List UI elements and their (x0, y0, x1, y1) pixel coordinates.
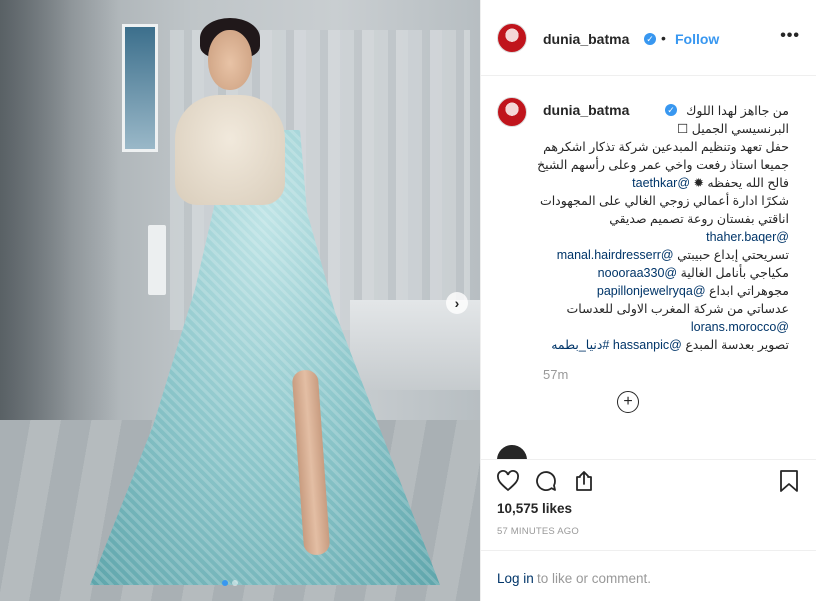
caption-line-text: البرنسيسي الجميل ☐ (677, 122, 789, 136)
header-separator: • (661, 30, 666, 46)
caption-line: شكرًا ادارة أعمالي زوجي الغالي على المجه… (539, 192, 789, 210)
caption-line: @thaher.baqer (543, 228, 789, 246)
photo-bodice (175, 95, 285, 205)
chevron-right-icon[interactable]: › (446, 292, 468, 314)
share-icon[interactable] (571, 468, 597, 494)
mention-link[interactable]: @lorans.morocco (691, 320, 789, 334)
post-header: dunia_batma ✓ • Follow ••• (481, 0, 816, 76)
caption-line: عدساتي من شركة المغرب الاولى للعدسات (543, 300, 789, 318)
mention-link[interactable]: @noooraa330 (598, 266, 677, 280)
mention-link[interactable]: @manal.hairdresserr (557, 248, 674, 262)
caption-line-text: عدساتي من شركة المغرب الاولى للعدسات (566, 302, 789, 316)
heart-icon[interactable] (495, 468, 521, 494)
mention-link[interactable]: @taethkar (632, 176, 690, 190)
caption-line-text: شكرًا ادارة أعمالي زوجي الغالي على المجه… (539, 194, 789, 208)
caption-line: تصوير بعدسة المبدع @hassanpic #دنيا_بطمه (543, 336, 789, 354)
photo-side-table (350, 300, 480, 390)
verified-badge-icon: ✓ (665, 104, 677, 116)
caption-line: فالح الله يحفظه ✹ @taethkar (543, 174, 789, 192)
caption-time: 57m (543, 367, 569, 382)
post-side-panel: dunia_batma ✓ • Follow ••• من جااهز لهدا… (480, 0, 816, 601)
caption-text: من جااهز لهدا اللوك البرنسيسي الجميل ☐ ح… (537, 102, 789, 354)
post-modal: › dunia_batma ✓ • Follow ••• من جااهز له… (0, 0, 816, 601)
post-timestamp: 57 MINUTES AGO (497, 526, 579, 537)
caption-line: تسريحتي إبداع حبيبتي @manal.hairdresserr (543, 246, 789, 264)
caption-line-text: من جااهز لهدا اللوك (686, 104, 789, 118)
comment-avatar[interactable] (497, 445, 527, 459)
header-username[interactable]: dunia_batma (543, 31, 629, 47)
verified-badge-icon: ✓ (644, 33, 656, 45)
caption-avatar[interactable] (497, 97, 527, 127)
photo-wall-frame (122, 24, 158, 152)
hashtag-link[interactable]: #دنيا_بطمه (551, 338, 609, 352)
caption-line-text: تصوير بعدسة المبدع (681, 338, 789, 352)
avatar[interactable] (497, 23, 527, 53)
caption-line-text: تسريحتي إبداع حبيبتي (673, 248, 789, 262)
follow-button[interactable]: Follow (675, 31, 719, 47)
carousel-dot-active (222, 580, 228, 586)
login-prompt: Log in to like or comment. (481, 550, 816, 602)
caption-line: اناقتي بفستان روعة تصميم صديقي (543, 210, 789, 228)
caption-line-text: مجوهراتي ابداع (705, 284, 789, 298)
mention-link[interactable]: @thaher.baqer (706, 230, 789, 244)
comments-area[interactable]: من جااهز لهدا اللوك البرنسيسي الجميل ☐ ح… (481, 77, 816, 459)
photo-face (208, 30, 252, 90)
post-actions: 10,575 likes 57 MINUTES AGO Log in to li… (481, 459, 816, 601)
caption-line-text: حفل تعهد وتنظيم المبدعين شركة تذكار اشكر… (543, 140, 789, 154)
caption-line-text: فالح الله يحفظه ✹ (690, 176, 789, 190)
carousel-dot (232, 580, 238, 586)
caption-line: مكياجي بأنامل الغالية @noooraa330 (543, 264, 789, 282)
carousel-indicator (222, 580, 238, 586)
more-horizontal-icon[interactable]: ••• (780, 27, 800, 45)
caption-line: @lorans.morocco (543, 318, 789, 336)
caption-line-text: اناقتي بفستان روعة تصميم صديقي (609, 212, 789, 226)
post-photo[interactable]: › (0, 0, 480, 601)
mention-link[interactable]: @papillonjewelryqa (597, 284, 706, 298)
caption-line-text: جميعا استاذ رفعت واخي عمر وعلى رأسهم الش… (537, 158, 789, 172)
caption-username[interactable]: dunia_batma (543, 102, 629, 118)
login-link[interactable]: Log in (497, 571, 534, 586)
mention-link[interactable]: @hassanpic (613, 338, 682, 352)
comment-icon[interactable] (533, 468, 559, 494)
load-more-comments-button[interactable]: + (617, 391, 639, 413)
caption-line: البرنسيسي الجميل ☐ (543, 120, 789, 138)
login-prompt-text: to like or comment. (537, 571, 652, 586)
caption-line: جميعا استاذ رفعت واخي عمر وعلى رأسهم الش… (537, 156, 789, 174)
likes-count[interactable]: 10,575 likes (497, 501, 572, 516)
bookmark-icon[interactable] (776, 468, 802, 494)
photo-lamp (148, 225, 166, 295)
caption-line-text: مكياجي بأنامل الغالية (677, 266, 789, 280)
caption-line: حفل تعهد وتنظيم المبدعين شركة تذكار اشكر… (543, 138, 789, 156)
caption-line: مجوهراتي ابداع @papillonjewelryqa (543, 282, 789, 300)
